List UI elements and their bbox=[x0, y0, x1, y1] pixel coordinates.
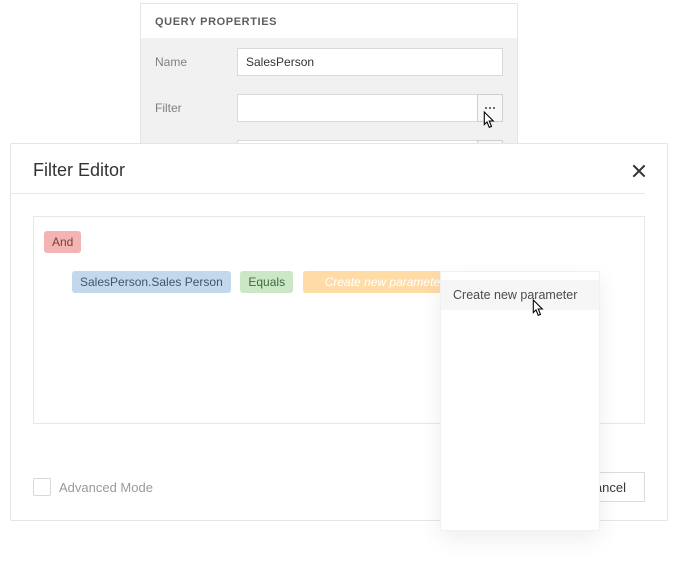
query-properties-panel: QUERY PROPERTIES Name Filter Group Filte… bbox=[140, 3, 518, 143]
condition-operator[interactable]: Equals bbox=[240, 271, 293, 293]
popup-item-create-new-parameter[interactable]: Create new parameter bbox=[441, 280, 599, 310]
name-input[interactable] bbox=[237, 48, 503, 76]
condition-field[interactable]: SalesPerson.Sales Person bbox=[72, 271, 231, 293]
filter-ellipsis-button[interactable] bbox=[477, 94, 503, 122]
group-operator[interactable]: And bbox=[44, 231, 81, 253]
label-name: Name bbox=[155, 55, 237, 69]
parameter-popup: Create new parameter bbox=[440, 271, 600, 531]
label-filter: Filter bbox=[155, 101, 237, 115]
divider bbox=[11, 193, 645, 194]
close-icon[interactable] bbox=[631, 163, 647, 179]
panel-header: QUERY PROPERTIES bbox=[141, 4, 517, 38]
ellipsis-icon bbox=[485, 107, 495, 109]
advanced-mode-checkbox[interactable] bbox=[33, 478, 51, 496]
advanced-mode-label: Advanced Mode bbox=[59, 480, 153, 495]
row-name: Name bbox=[155, 48, 503, 76]
filter-input[interactable] bbox=[237, 94, 503, 122]
dialog-title: Filter Editor bbox=[33, 160, 125, 181]
row-filter: Filter bbox=[155, 94, 503, 122]
